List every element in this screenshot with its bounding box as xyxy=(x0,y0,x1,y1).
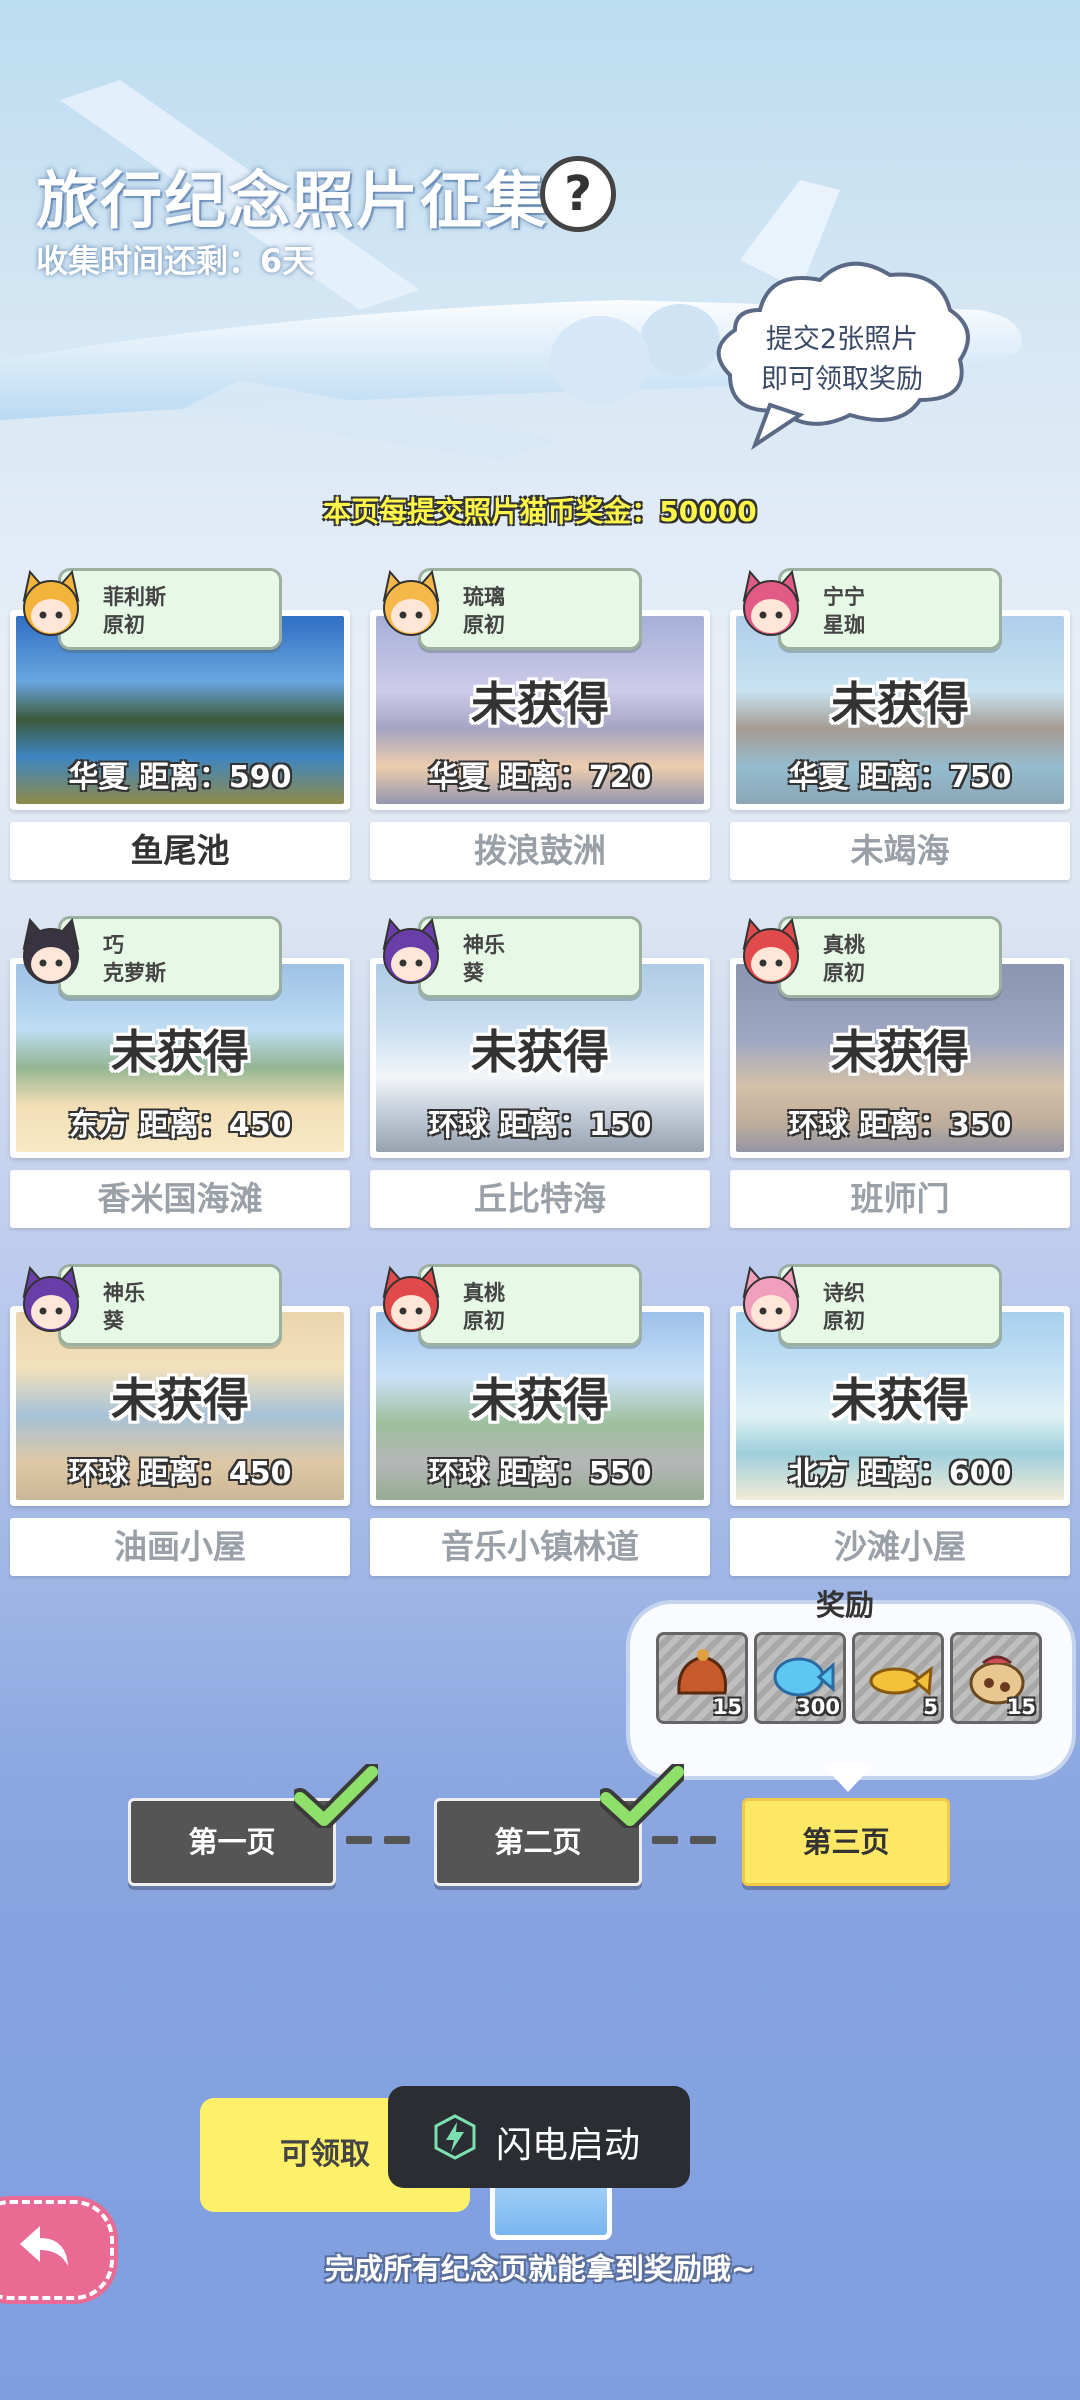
toast-notification: 闪电启动 xyxy=(388,2086,690,2188)
distance-label: 华夏 距离：720 xyxy=(428,760,652,795)
character-avatar-icon xyxy=(382,1266,440,1332)
dash xyxy=(346,1836,372,1844)
character-tag: 宁宁 星珈 xyxy=(778,568,1002,650)
character-avatar-icon xyxy=(742,918,800,984)
check-icon xyxy=(600,1764,684,1828)
character-variant: 原初 xyxy=(463,613,505,637)
distance-label: 环球 距离：450 xyxy=(68,1456,292,1491)
place-name: 鱼尾池 xyxy=(10,822,350,880)
reward-item[interactable]: 300 xyxy=(754,1632,846,1724)
dash xyxy=(690,1836,716,1844)
dash xyxy=(652,1836,678,1844)
reward-title: 奖励 xyxy=(815,1588,874,1622)
distance-label: 北方 距离：600 xyxy=(788,1456,1012,1491)
character-avatar-icon xyxy=(742,570,800,636)
character-variant: 原初 xyxy=(823,1309,865,1333)
character-variant: 克萝斯 xyxy=(103,961,166,985)
hint-line-1: 提交2张照片 xyxy=(765,324,919,355)
place-name: 沙滩小屋 xyxy=(730,1518,1070,1576)
page-title: 旅行纪念照片征集 xyxy=(36,164,549,237)
distance-label: 环球 距离：150 xyxy=(428,1108,652,1143)
reward-item[interactable]: 5 xyxy=(852,1632,944,1724)
reward-bubble-tail xyxy=(822,1764,874,1792)
photo-card[interactable]: 未获得环球 距离：550 真桃原初音乐小镇林道 xyxy=(370,1264,710,1576)
page-3-button[interactable]: 第三页 xyxy=(742,1798,950,1886)
place-name: 油画小屋 xyxy=(10,1518,350,1576)
hint-line-2: 即可领取奖励 xyxy=(761,364,923,395)
place-name: 音乐小镇林道 xyxy=(370,1518,710,1576)
character-tag: 菲利斯 原初 xyxy=(58,568,282,650)
character-variant: 星珈 xyxy=(823,613,865,637)
dash xyxy=(384,1836,410,1844)
character-variant: 原初 xyxy=(463,1309,505,1333)
distance-label: 华夏 距离：750 xyxy=(788,760,1012,795)
character-name: 巧 xyxy=(103,933,124,957)
footer-hint: 完成所有纪念页就能拿到奖励哦~ xyxy=(324,2252,756,2286)
photo-card[interactable]: 未获得环球 距离：450 神乐葵油画小屋 xyxy=(10,1264,350,1576)
reward-item[interactable]: 15 xyxy=(950,1632,1042,1724)
distance-label: 环球 距离：350 xyxy=(788,1108,1012,1143)
place-name: 丘比特海 xyxy=(370,1170,710,1228)
photo-card[interactable]: 华夏 距离：590 菲利斯原初鱼尾池 xyxy=(10,568,350,880)
not-obtained-label: 未获得 xyxy=(471,677,609,731)
hint-text: 提交2张照片 即可领取奖励 xyxy=(718,320,966,400)
character-name: 菲利斯 xyxy=(103,585,166,609)
distance-label: 华夏 距离：590 xyxy=(68,760,292,795)
character-avatar-icon xyxy=(382,918,440,984)
not-obtained-label: 未获得 xyxy=(111,1373,249,1427)
character-avatar-icon xyxy=(22,570,80,636)
reward-count: 15 xyxy=(1006,1695,1036,1719)
character-tag: 琉璃 原初 xyxy=(418,568,642,650)
character-tag: 神乐葵 xyxy=(418,916,642,998)
character-tag: 真桃 原初 xyxy=(778,916,1002,998)
place-name: 拨浪鼓洲 xyxy=(370,822,710,880)
photo-card[interactable]: 未获得华夏 距离：750 宁宁星珈未竭海 xyxy=(730,568,1070,880)
photo-card[interactable]: 未获得北方 距离：600 诗织原初沙滩小屋 xyxy=(730,1264,1070,1576)
character-variant: 葵 xyxy=(463,961,484,985)
not-obtained-label: 未获得 xyxy=(831,677,969,731)
photo-card[interactable]: 未获得环球 距离：150 神乐葵丘比特海 xyxy=(370,916,710,1228)
photo-card[interactable]: 未获得华夏 距离：720 琉璃原初拨浪鼓洲 xyxy=(370,568,710,880)
photo-card[interactable]: 未获得东方 距离：450 巧克萝斯香米国海滩 xyxy=(10,916,350,1228)
character-tag: 巧克萝斯 xyxy=(58,916,282,998)
character-avatar-icon xyxy=(22,1266,80,1332)
place-name: 未竭海 xyxy=(730,822,1070,880)
character-name: 真桃 xyxy=(823,933,865,957)
not-obtained-label: 未获得 xyxy=(471,1025,609,1079)
character-name: 神乐 xyxy=(463,933,505,957)
reward-count: 5 xyxy=(923,1695,938,1719)
character-variant: 葵 xyxy=(103,1309,124,1333)
reward-count: 300 xyxy=(796,1695,840,1719)
help-question-icon[interactable]: ? xyxy=(540,156,616,232)
not-obtained-label: 未获得 xyxy=(831,1025,969,1079)
place-name: 班师门 xyxy=(730,1170,1070,1228)
not-obtained-label: 未获得 xyxy=(471,1373,609,1427)
place-name: 香米国海滩 xyxy=(10,1170,350,1228)
reward-count: 15 xyxy=(712,1695,742,1719)
time-remaining: 收集时间还剩：6天 xyxy=(36,242,315,280)
reward-item[interactable]: 15 xyxy=(656,1632,748,1724)
lightning-icon xyxy=(434,2114,476,2160)
bonus-banner: 本页每提交照片猫币奖金：50000 xyxy=(323,495,757,528)
toast-text: 闪电启动 xyxy=(496,2125,641,2166)
photo-card[interactable]: 未获得环球 距离：350 真桃原初班师门 xyxy=(730,916,1070,1228)
character-tag: 诗织 原初 xyxy=(778,1264,1002,1346)
character-tag: 神乐葵 xyxy=(58,1264,282,1346)
character-name: 诗织 xyxy=(823,1281,865,1305)
not-obtained-label: 未获得 xyxy=(111,1025,249,1079)
character-avatar-icon xyxy=(22,918,80,984)
character-tag: 真桃 原初 xyxy=(418,1264,642,1346)
character-variant: 原初 xyxy=(103,613,145,637)
distance-label: 环球 距离：550 xyxy=(428,1456,652,1491)
not-obtained-label: 未获得 xyxy=(831,1373,969,1427)
character-name: 琉璃 xyxy=(463,585,505,609)
character-name: 宁宁 xyxy=(823,585,865,609)
character-name: 真桃 xyxy=(463,1281,505,1305)
check-icon xyxy=(294,1764,378,1828)
character-variant: 原初 xyxy=(823,961,865,985)
distance-label: 东方 距离：450 xyxy=(68,1108,292,1143)
character-avatar-icon xyxy=(382,570,440,636)
character-avatar-icon xyxy=(742,1266,800,1332)
character-name: 神乐 xyxy=(103,1281,145,1305)
